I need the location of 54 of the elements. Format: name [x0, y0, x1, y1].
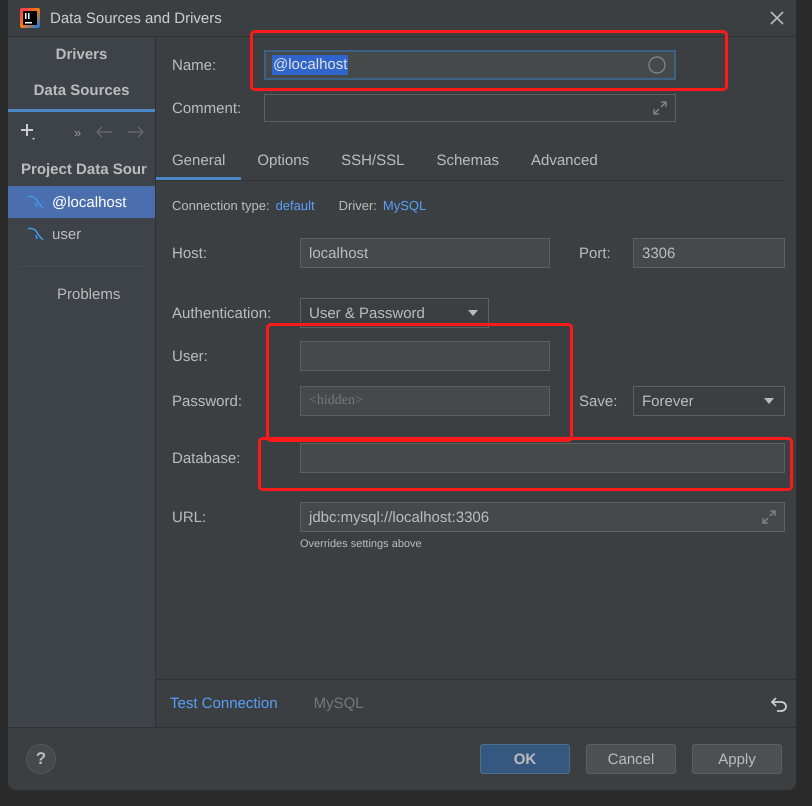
driver-label: Driver: — [338, 198, 377, 213]
name-field[interactable]: @localhost — [264, 50, 676, 80]
expand-icon[interactable] — [653, 101, 667, 115]
port-field[interactable]: 3306 — [633, 238, 785, 268]
dialog-button[interactable]: OK — [480, 744, 570, 774]
dialog-button[interactable]: Cancel — [586, 744, 676, 774]
comment-field[interactable] — [264, 94, 676, 122]
field-label: Host: — [172, 244, 208, 262]
circle-icon — [648, 56, 666, 74]
field-label: Password: — [172, 392, 244, 410]
connection-type-link[interactable]: default — [276, 198, 315, 213]
tab[interactable]: SSH/SSL — [325, 145, 420, 177]
tab[interactable]: Schemas — [420, 145, 515, 177]
expand-icon[interactable] — [762, 510, 776, 524]
user-field[interactable] — [300, 341, 550, 371]
data-source-item[interactable]: @localhost — [8, 186, 155, 218]
back-arrow-icon[interactable] — [95, 126, 114, 138]
connection-type-label: Connection type: — [172, 198, 270, 213]
help-button[interactable]: ? — [26, 744, 56, 774]
forward-arrow-icon[interactable] — [127, 126, 146, 138]
field-label: Database: — [172, 450, 242, 466]
authentication-dropdown[interactable]: User & Password — [300, 298, 489, 328]
undo-icon[interactable] — [770, 696, 788, 712]
more-button[interactable]: » — [74, 124, 82, 140]
field-label: Authentication: — [172, 304, 272, 322]
driver-link[interactable]: MySQL — [382, 198, 426, 213]
dropdown-arrow-icon — [468, 310, 478, 316]
sidebar-tab[interactable]: Drivers — [8, 37, 155, 73]
field-label: Port: — [579, 244, 612, 262]
window-title: Data Sources and Drivers — [50, 10, 223, 26]
tab[interactable]: General — [156, 145, 242, 180]
url-field[interactable]: jdbc:mysql://localhost:3306 — [300, 502, 785, 532]
add-icon[interactable] — [20, 122, 38, 142]
database-field[interactable] — [300, 443, 785, 473]
sidebar-tab[interactable]: Data Sources — [8, 73, 155, 112]
section-title: Project Data Sour — [20, 160, 148, 180]
driver-name: MySQL — [314, 695, 365, 712]
hint-text: Overrides settings above — [300, 538, 423, 550]
tab[interactable]: Options — [241, 145, 326, 177]
problems-item[interactable]: Problems — [8, 286, 155, 303]
host-field[interactable]: localhost — [300, 238, 550, 268]
field-label: User: — [172, 348, 209, 364]
test-connection-link[interactable]: Test Connection — [170, 695, 278, 712]
data-source-item[interactable]: user — [8, 218, 155, 250]
dropdown-arrow-icon — [764, 398, 774, 404]
field-label: Save: — [579, 392, 618, 410]
app-logo-icon — [20, 8, 40, 28]
field-label: Name: — [172, 56, 218, 74]
dialog-button[interactable]: Apply — [692, 744, 782, 774]
field-label: URL: — [172, 508, 208, 526]
close-icon[interactable] — [770, 11, 784, 25]
tab[interactable]: Advanced — [514, 145, 614, 177]
field-label: Comment: — [172, 100, 242, 116]
save-dropdown[interactable]: Forever — [633, 386, 785, 416]
